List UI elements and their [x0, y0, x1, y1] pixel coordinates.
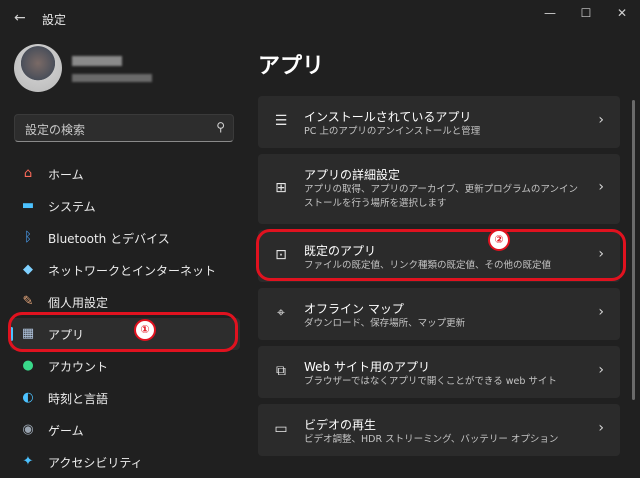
sidebar-item-bluetooth[interactable]: ᛒ Bluetooth とデバイス: [10, 222, 240, 254]
search-placeholder: 設定の検索: [25, 123, 86, 137]
card-video-playback[interactable]: ▭ ビデオの再生 ビデオ調整、HDR ストリーミング、バッテリー オプション ›: [258, 404, 620, 456]
gamepad-icon: ◉: [22, 422, 34, 437]
monitor-icon: ▬: [21, 198, 35, 213]
sidebar-item-system[interactable]: ▬ システム: [10, 190, 240, 222]
accessibility-icon: ✦: [22, 454, 34, 469]
title-bar: ← 設定 — ☐ ✕: [0, 0, 640, 36]
sidebar-item-label: Bluetooth とデバイス: [48, 232, 170, 246]
chevron-right-icon: ›: [598, 179, 604, 195]
annotation-number-1: ①: [134, 319, 156, 341]
globe-clock-icon: ◐: [22, 390, 34, 405]
search-input[interactable]: 設定の検索 ⚲: [14, 114, 234, 142]
sidebar-item-accessibility[interactable]: ✦ アクセシビリティ: [10, 446, 240, 478]
wifi-icon: ◆: [23, 262, 33, 277]
sidebar-item-label: アクセシビリティ: [48, 456, 143, 470]
account-icon: ●: [22, 358, 34, 373]
sidebar-item-gaming[interactable]: ◉ ゲーム: [10, 414, 240, 446]
chevron-right-icon: ›: [598, 112, 604, 128]
user-name-blurred: [72, 56, 122, 66]
sidebar-item-accounts[interactable]: ● アカウント: [10, 350, 240, 382]
bluetooth-icon: ᛒ: [24, 230, 32, 245]
card-title: ビデオの再生: [304, 418, 377, 432]
sidebar-item-label: アカウント: [48, 360, 109, 374]
chevron-right-icon: ›: [598, 304, 604, 320]
scrollbar[interactable]: [632, 100, 635, 400]
maximize-button[interactable]: ☐: [576, 6, 596, 20]
sidebar-item-time-language[interactable]: ◐ 時刻と言語: [10, 382, 240, 414]
sidebar-item-network[interactable]: ◆ ネットワークとインターネット: [10, 254, 240, 286]
sidebar-item-label: 時刻と言語: [48, 392, 109, 406]
annotation-oval-default-apps: [256, 229, 626, 281]
chevron-right-icon: ›: [598, 362, 604, 378]
annotation-number-2: ②: [488, 229, 510, 251]
sidebar-item-label: ゲーム: [48, 424, 84, 438]
card-description: ブラウザーではなくアプリで開くことができる web サイト: [304, 376, 557, 387]
back-arrow-icon[interactable]: ←: [14, 10, 26, 26]
web-apps-icon: ⧉: [276, 363, 286, 379]
sidebar-item-label: ネットワークとインターネット: [48, 264, 217, 278]
app-settings-icon: ⊞: [275, 180, 287, 196]
card-installed-apps[interactable]: ☰ インストールされているアプリ PC 上のアプリのアンインストールと管理 ›: [258, 96, 620, 148]
avatar[interactable]: [14, 44, 62, 92]
video-icon: ▭: [274, 421, 288, 437]
card-advanced-app-settings[interactable]: ⊞ アプリの詳細設定 アプリの取得、アプリのアーカイブ、更新プログラムのアンイン…: [258, 154, 620, 224]
window-title: 設定: [42, 13, 67, 27]
sidebar-item-home[interactable]: ⌂ ホーム: [10, 158, 240, 190]
sidebar-item-label: 個人用設定: [48, 296, 109, 310]
annotation-oval-apps: [8, 312, 238, 352]
brush-icon: ✎: [22, 294, 34, 309]
chevron-right-icon: ›: [598, 420, 604, 436]
card-title: Web サイト用のアプリ: [304, 360, 430, 374]
card-title: アプリの詳細設定: [304, 168, 401, 182]
sidebar-item-label: ホーム: [48, 168, 84, 182]
card-description: PC 上のアプリのアンインストールと管理: [304, 126, 481, 137]
list-icon: ☰: [274, 113, 288, 129]
user-email-blurred: [72, 74, 152, 82]
minimize-button[interactable]: —: [540, 6, 560, 20]
sidebar-item-label: システム: [48, 200, 96, 214]
card-description: ビデオ調整、HDR ストリーミング、バッテリー オプション: [304, 434, 559, 445]
card-apps-for-websites[interactable]: ⧉ Web サイト用のアプリ ブラウザーではなくアプリで開くことができる web…: [258, 346, 620, 398]
card-offline-maps[interactable]: ⌖ オフライン マップ ダウンロード、保存場所、マップ更新 ›: [258, 288, 620, 340]
card-title: インストールされているアプリ: [304, 110, 472, 124]
close-button[interactable]: ✕: [612, 6, 632, 20]
home-icon: ⌂: [23, 166, 33, 181]
card-description: アプリの取得、アプリのアーカイブ、更新プログラムのアンインストールを行う場所を選…: [304, 184, 578, 209]
card-description: ダウンロード、保存場所、マップ更新: [304, 318, 466, 329]
search-icon[interactable]: ⚲: [216, 120, 225, 134]
page-title: アプリ: [258, 54, 325, 79]
map-icon: ⌖: [277, 305, 285, 321]
card-title: オフライン マップ: [304, 302, 404, 316]
